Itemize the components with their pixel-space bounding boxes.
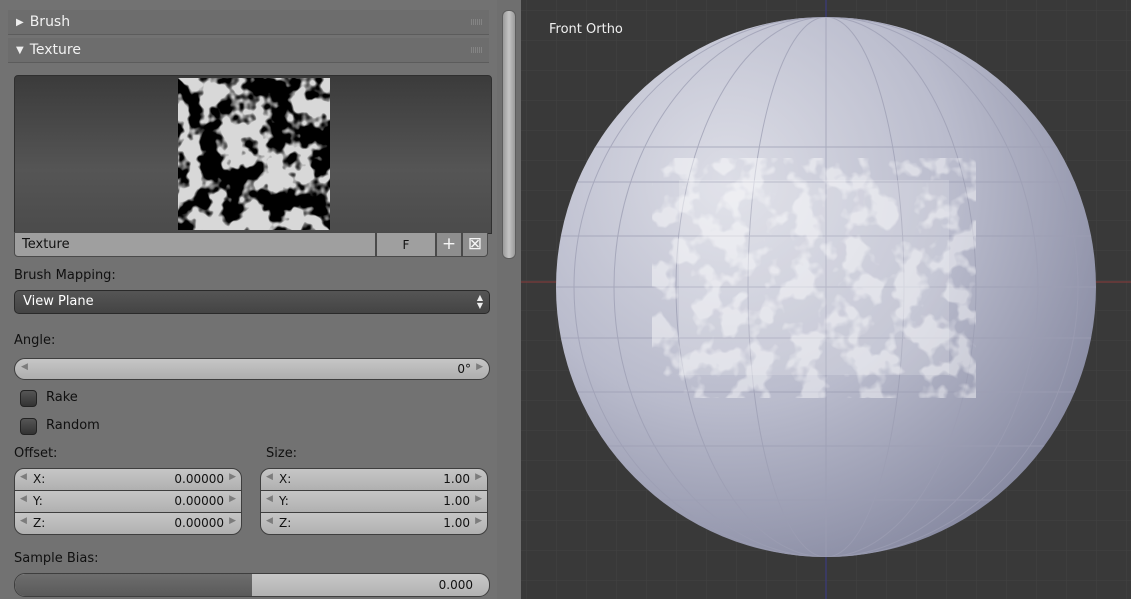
- size-y-field[interactable]: ◀ Y: 1.00 ▶: [260, 490, 488, 513]
- texture-panel-header[interactable]: ▼ Texture: [8, 38, 489, 63]
- decrement-arrow-icon[interactable]: ◀: [21, 362, 28, 372]
- offset-label: Offset:: [14, 446, 58, 461]
- brush-mapping-value: View Plane: [23, 294, 94, 309]
- up-down-arrows-icon: ▲ ▼: [476, 293, 483, 310]
- offset-y-field[interactable]: ◀ Y: 0.00000 ▶: [14, 490, 242, 513]
- sample-bias-label: Sample Bias:: [14, 551, 99, 566]
- random-label: Random: [46, 418, 100, 433]
- fake-user-button[interactable]: F: [376, 232, 436, 257]
- x-icon[interactable]: ⊠: [462, 232, 488, 257]
- brush-panel-header[interactable]: ▶ Brush: [8, 10, 489, 35]
- offset-x-field[interactable]: ◀ X: 0.00000 ▶: [14, 468, 242, 491]
- increment-arrow-icon[interactable]: ▶: [476, 362, 483, 372]
- expanded-arrow-icon: ▼: [16, 44, 24, 56]
- size-vector: ◀ X: 1.00 ▶ ◀ Y: 1.00 ▶ ◀ Z: 1.00 ▶: [260, 468, 488, 535]
- sphere-mesh: [556, 17, 1096, 557]
- drag-grip-icon[interactable]: [471, 19, 483, 25]
- collapsed-arrow-icon: ▶: [16, 16, 24, 28]
- properties-panel: ▶ Brush ▼ Texture Texture F + ⊠ Brush Ma…: [0, 0, 497, 599]
- viewport-canvas: [521, 0, 1131, 599]
- brush-mapping-select[interactable]: View Plane ▲ ▼: [14, 290, 490, 314]
- size-label: Size:: [266, 446, 298, 461]
- brush-mapping-label: Brush Mapping:: [14, 268, 116, 283]
- texture-slot-row: Texture F + ⊠: [14, 232, 490, 257]
- size-x-field[interactable]: ◀ X: 1.00 ▶: [260, 468, 488, 491]
- angle-value: 0°: [457, 362, 471, 376]
- size-z-field[interactable]: ◀ Z: 1.00 ▶: [260, 512, 488, 535]
- texture-header-label: Texture: [29, 42, 81, 58]
- angle-label: Angle:: [14, 333, 56, 348]
- 3d-viewport[interactable]: Front Ortho: [521, 0, 1131, 599]
- angle-slider[interactable]: ◀ 0° ▶: [14, 358, 490, 380]
- random-checkbox[interactable]: [20, 418, 37, 435]
- offset-vector: ◀ X: 0.00000 ▶ ◀ Y: 0.00000 ▶ ◀ Z: 0.00000 ▶: [14, 468, 242, 535]
- sample-bias-value: 0.000: [438, 578, 473, 592]
- texture-preview-box[interactable]: [14, 75, 492, 234]
- rake-label: Rake: [46, 390, 78, 405]
- plus-icon[interactable]: +: [436, 232, 462, 257]
- panel-scrollbar[interactable]: [497, 0, 521, 599]
- scrollbar-thumb[interactable]: [502, 10, 516, 259]
- texture-preview-image: [178, 78, 330, 230]
- texture-name-field[interactable]: Texture: [14, 232, 376, 257]
- sample-bias-slider[interactable]: 0.000: [14, 573, 490, 597]
- drag-grip-icon[interactable]: [471, 47, 483, 53]
- view-name-label: Front Ortho: [549, 22, 623, 37]
- brush-header-label: Brush: [29, 14, 71, 30]
- sample-bias-fill: [15, 574, 252, 596]
- rake-checkbox[interactable]: [20, 390, 37, 407]
- offset-z-field[interactable]: ◀ Z: 0.00000 ▶: [14, 512, 242, 535]
